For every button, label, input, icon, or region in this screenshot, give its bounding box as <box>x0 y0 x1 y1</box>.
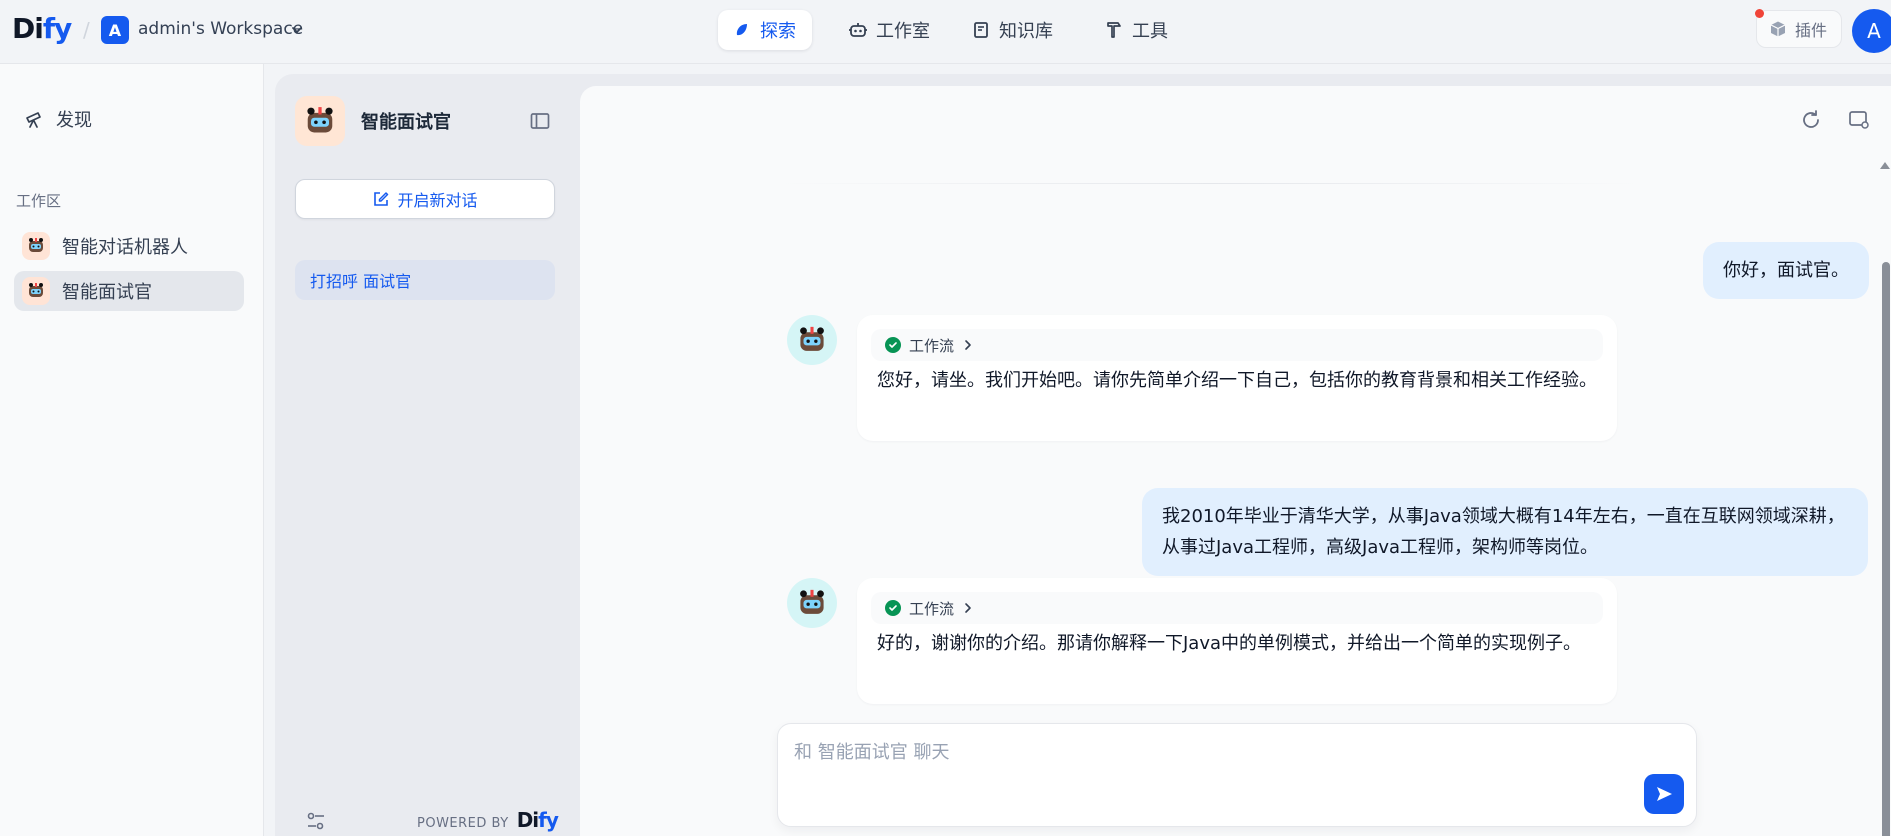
breadcrumb-separator: / <box>83 18 90 42</box>
chat-area: 你好，面试官。 工作流 您好，请坐。我们开始吧。请你先简单介绍一下自己，包括你的… <box>580 86 1891 836</box>
workspace-avatar[interactable]: A <box>101 16 129 44</box>
powered-by-logo: Dify <box>516 808 559 832</box>
workflow-label: 工作流 <box>909 599 955 618</box>
explore-sidebar: 发现 工作区 智能对话机器人 智能面试官 <box>0 64 264 836</box>
top-bar: Dify / A admin's Workspace 探索 工作室 知识库 工具… <box>0 0 1891 64</box>
logo-accent-text: fy <box>42 12 72 45</box>
plugin-label: 插件 <box>1795 21 1828 40</box>
conversation-item[interactable]: 打招呼 面试官 <box>295 260 555 300</box>
bot-message: 工作流 好的，谢谢你的介绍。那请你解释一下Java中的单例模式，并给出一个简单的… <box>857 578 1617 704</box>
workspace-name[interactable]: admin's Workspace <box>138 19 303 39</box>
nav-studio-label: 工作室 <box>876 21 930 42</box>
chat-input-box <box>777 723 1697 827</box>
nav-tools[interactable]: 工具 <box>1090 10 1182 50</box>
conversation-sidebar: 智能面试官 开启新对话 打招呼 面试官 POWERED BY Dify <box>275 74 579 836</box>
nav-tools-label: 工具 <box>1132 21 1168 42</box>
compass-icon <box>736 24 747 36</box>
user-avatar[interactable]: A <box>1852 9 1891 53</box>
robot-avatar-icon <box>22 232 50 260</box>
sidebar-item-label: 智能对话机器人 <box>62 237 188 258</box>
nav-explore[interactable]: 探索 <box>718 10 812 50</box>
notification-dot <box>1755 9 1764 18</box>
settings-sliders-icon[interactable] <box>305 810 327 832</box>
user-message: 你好，面试官。 <box>1703 242 1869 299</box>
chat-toolbar <box>1799 108 1871 132</box>
chevron-down-icon[interactable] <box>290 23 304 37</box>
logo-text: Di <box>12 12 44 45</box>
workflow-status[interactable]: 工作流 <box>871 592 1603 624</box>
scrollbar[interactable] <box>1882 262 1890 836</box>
dify-logo[interactable]: Dify <box>12 12 72 45</box>
bot-message-text: 好的，谢谢你的介绍。那请你解释一下Java中的单例模式，并给出一个简单的实现例子… <box>877 633 1582 654</box>
chat-input[interactable] <box>794 738 1654 778</box>
chevron-right-icon <box>965 603 971 613</box>
telescope-icon <box>26 112 41 128</box>
chat-panel: 智能面试官 开启新对话 打招呼 面试官 POWERED BY Dify 你好，面… <box>275 74 1891 836</box>
edit-icon <box>374 191 389 206</box>
user-message: 我2010年毕业于清华大学，从事Java领域大概有14年左右，一直在互联网领域深… <box>1142 488 1868 576</box>
bot-message-text: 您好，请坐。我们开始吧。请你先简单介绍一下自己，包括你的教育背景和相关工作经验。 <box>877 370 1597 391</box>
nav-studio[interactable]: 工作室 <box>834 10 944 50</box>
nav-knowledge-label: 知识库 <box>999 21 1053 42</box>
workflow-status[interactable]: 工作流 <box>871 329 1603 361</box>
sidebar-item-chatbot[interactable]: 智能对话机器人 <box>14 226 244 266</box>
discover-label: 发现 <box>56 110 92 131</box>
hammer-icon <box>1107 22 1121 38</box>
powered-by-text: POWERED BY <box>417 816 509 831</box>
sidebar-collapse-icon[interactable] <box>529 110 551 132</box>
send-icon <box>1657 787 1672 801</box>
new-chat-label: 开启新对话 <box>397 191 478 210</box>
workflow-label: 工作流 <box>909 336 955 355</box>
robot-avatar-icon <box>307 107 333 133</box>
app-header: 智能面试官 <box>295 96 451 146</box>
robot-avatar-icon <box>22 277 50 305</box>
workspace-section-label: 工作区 <box>16 192 62 210</box>
sidebar-item-discover[interactable]: 发现 <box>24 106 92 132</box>
nav-explore-label: 探索 <box>760 21 796 42</box>
divider <box>780 183 1640 184</box>
bot-avatar-icon <box>787 315 837 365</box>
powered-logo-accent: fy <box>538 808 559 832</box>
powered-by: POWERED BY Dify <box>417 808 559 832</box>
bot-message: 工作流 您好，请坐。我们开始吧。请你先简单介绍一下自己，包括你的教育背景和相关工… <box>857 315 1617 441</box>
plugin-button[interactable]: 插件 <box>1756 10 1842 48</box>
refresh-icon[interactable] <box>1799 108 1823 132</box>
powered-logo-text: Di <box>516 808 539 832</box>
sidebar-item-interviewer[interactable]: 智能面试官 <box>14 271 244 311</box>
book-icon <box>974 22 988 38</box>
check-circle-icon <box>885 600 901 616</box>
scroll-up-arrow-icon[interactable] <box>1880 162 1890 169</box>
chevron-right-icon <box>965 340 971 350</box>
bot-avatar-icon <box>787 578 837 628</box>
nav-knowledge[interactable]: 知识库 <box>957 10 1067 50</box>
sidebar-item-label: 智能面试官 <box>62 282 152 303</box>
app-avatar <box>295 96 345 146</box>
send-button[interactable] <box>1644 774 1684 814</box>
check-circle-icon <box>885 337 901 353</box>
new-chat-button[interactable]: 开启新对话 <box>295 179 555 219</box>
chat-settings-icon[interactable] <box>1847 108 1871 132</box>
cube-icon <box>1770 21 1786 37</box>
app-title: 智能面试官 <box>361 112 451 133</box>
robot-icon <box>849 23 867 37</box>
